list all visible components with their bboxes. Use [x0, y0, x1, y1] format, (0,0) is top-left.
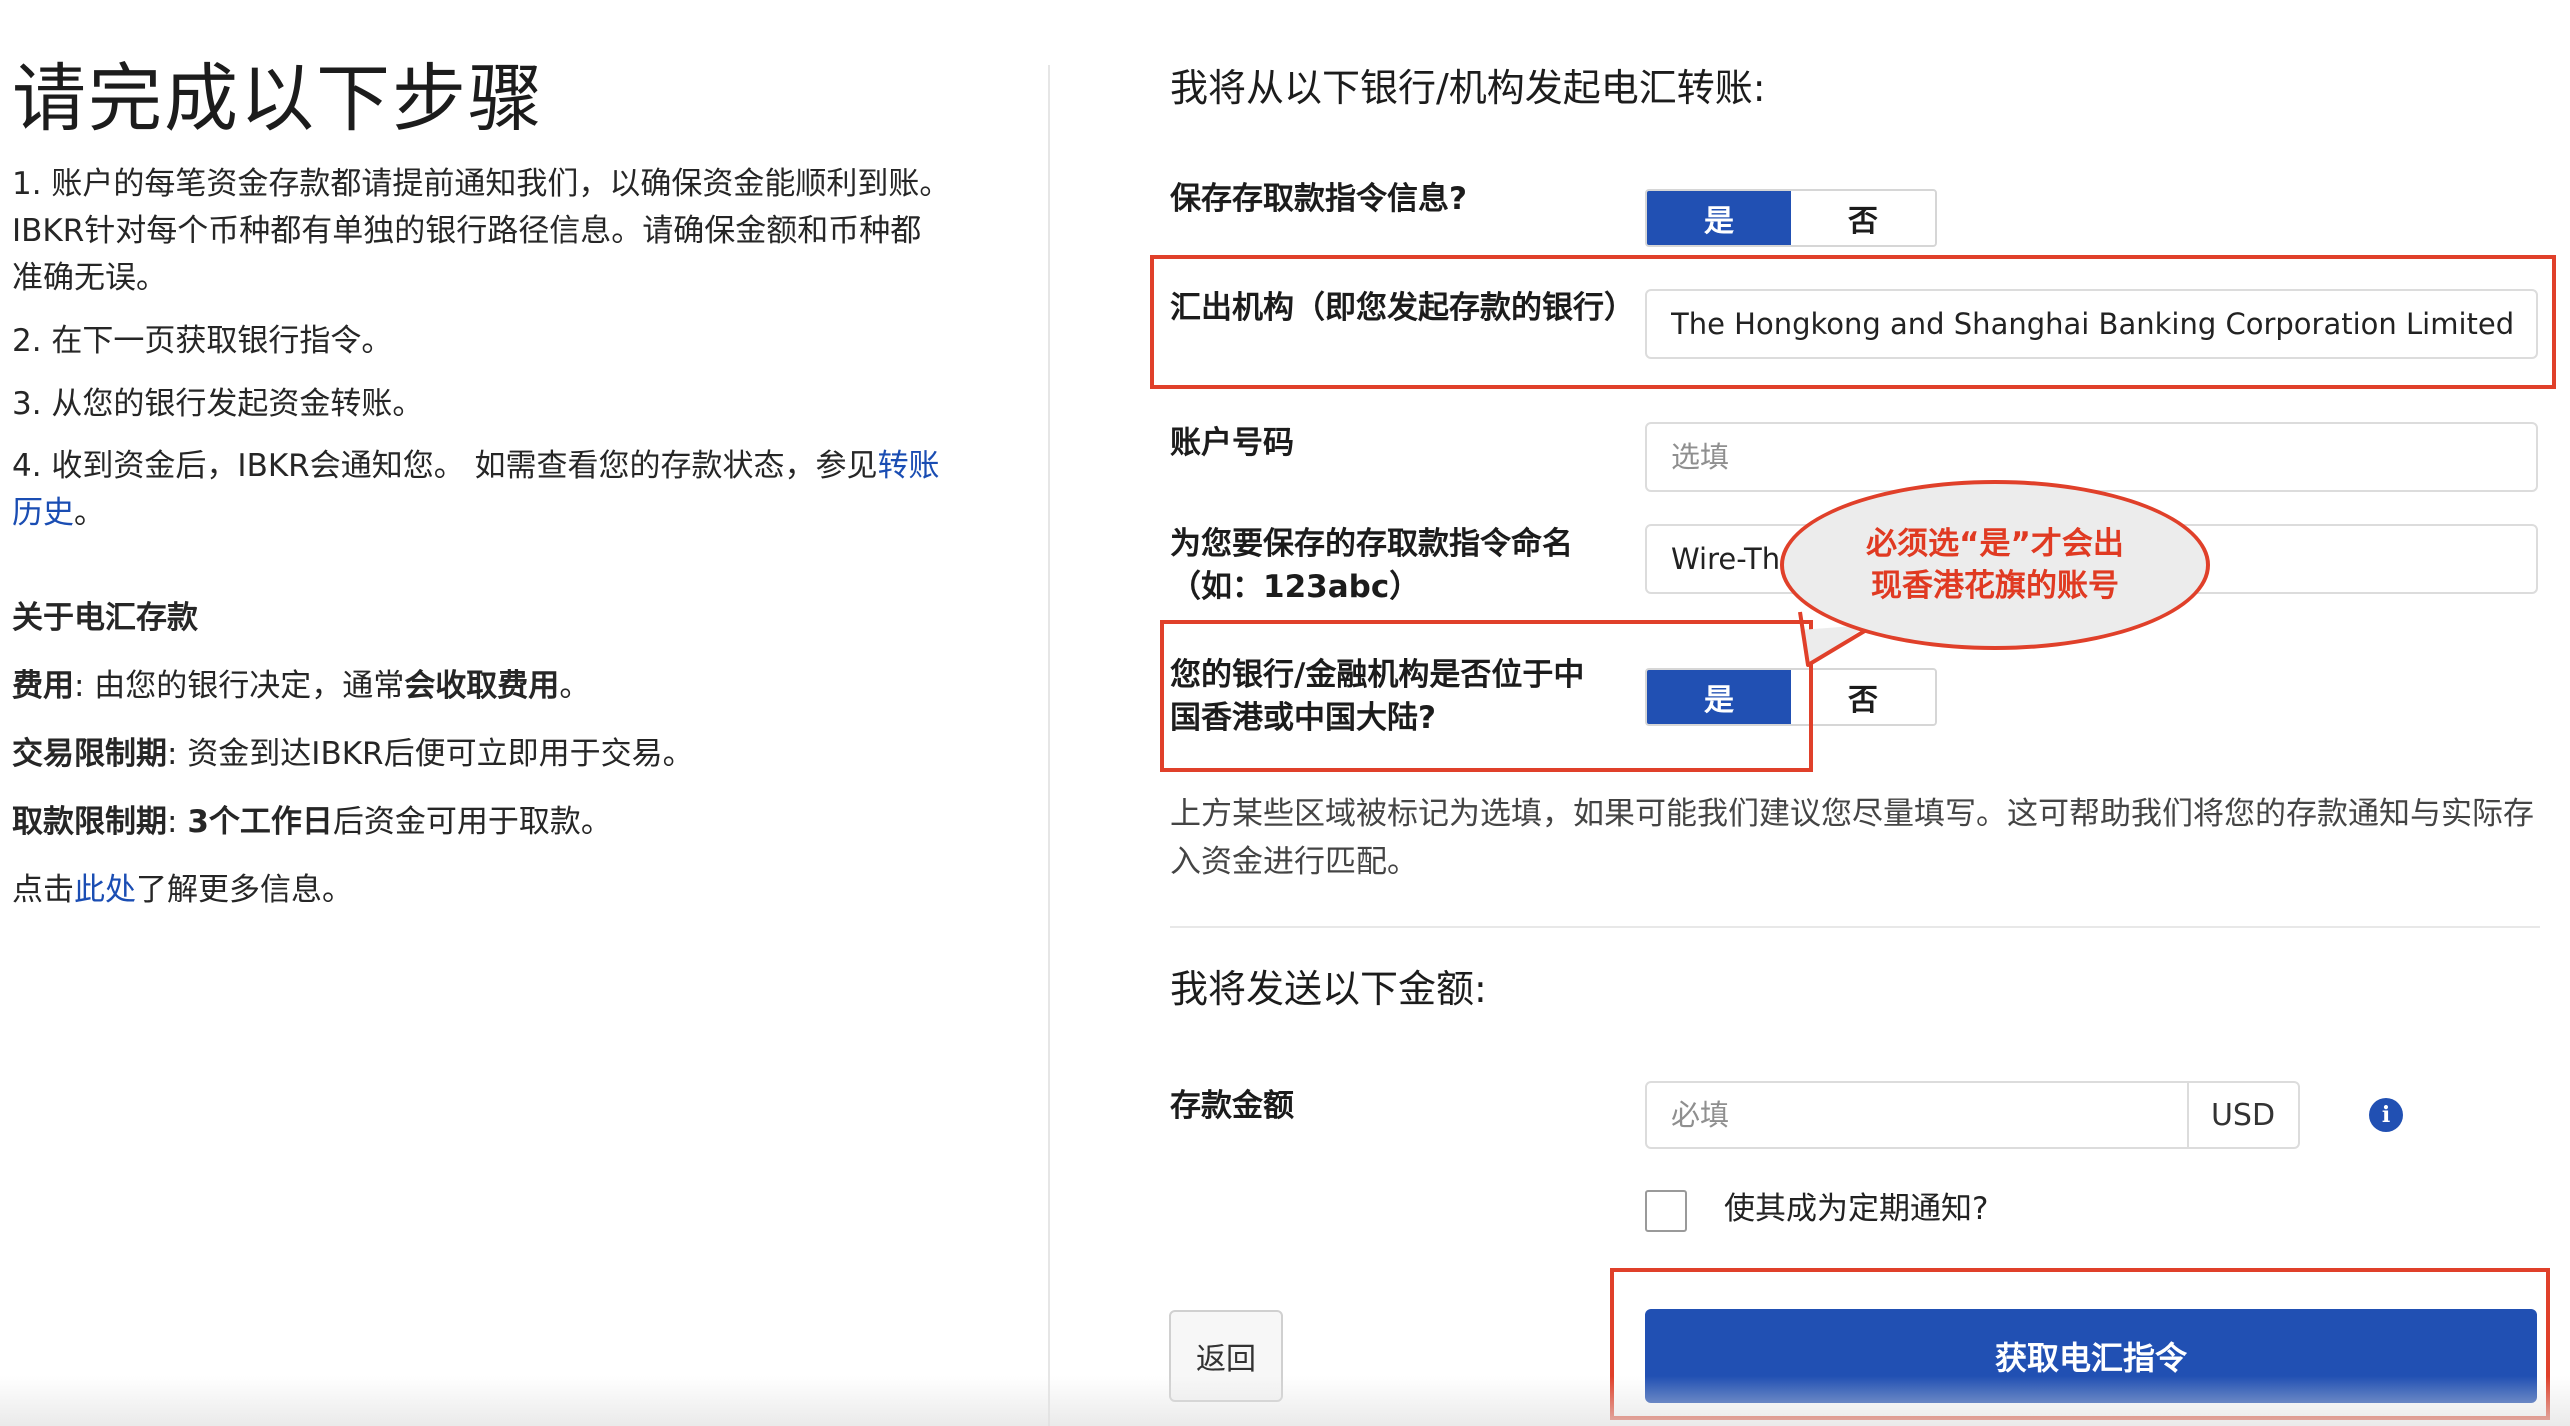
callout-tail — [1798, 611, 1870, 667]
annotation-callout: 必须选“是”才会出现香港花旗的账号 — [1780, 480, 2210, 650]
callout-text: 必须选“是”才会出现香港花旗的账号 — [1866, 526, 2124, 604]
